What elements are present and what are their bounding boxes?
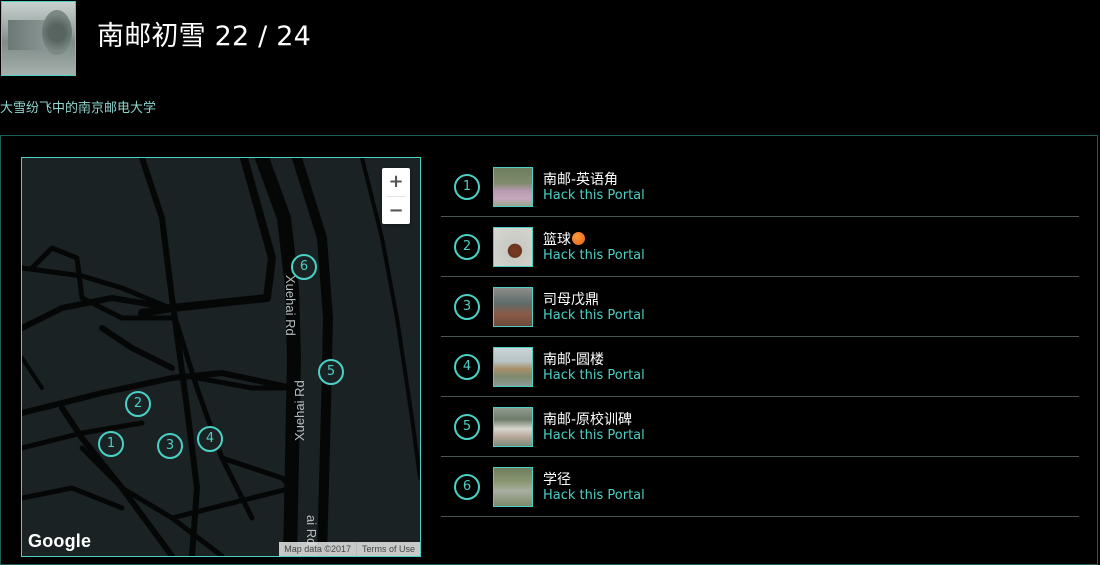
portal-number-badge: 5 (454, 414, 480, 440)
portal-number-badge: 3 (454, 294, 480, 320)
map-marker-2[interactable]: 2 (125, 391, 151, 417)
portal-thumbnail[interactable] (493, 167, 533, 207)
portal-name: 南邮-圆楼 (543, 352, 605, 368)
portal-name: 篮球 (543, 229, 585, 249)
portal-number-badge: 4 (454, 354, 480, 380)
terms-of-use-link[interactable]: Terms of Use (355, 542, 420, 556)
portal-item[interactable]: 5 南邮-原校训碑 Hack this Portal (441, 397, 1079, 457)
map-marker-3[interactable]: 3 (157, 433, 183, 459)
zoom-in-button[interactable]: + (382, 168, 410, 196)
portal-number-badge: 6 (454, 474, 480, 500)
basketball-icon (572, 232, 585, 245)
portal-number-badge: 1 (454, 174, 480, 200)
map-attribution: Map data ©2017 Terms of Use (279, 542, 420, 556)
map-marker-4[interactable]: 4 (197, 426, 223, 452)
portal-thumbnail[interactable] (493, 227, 533, 267)
portal-number-badge: 2 (454, 234, 480, 260)
portal-name: 南邮-英语角 (543, 172, 619, 188)
zoom-controls: + − (382, 168, 410, 224)
hack-portal-link[interactable]: Hack this Portal (543, 248, 645, 263)
mission-header: 南邮初雪 22 / 24 (0, 0, 1100, 80)
road-label-xuehai-north: Xuehai Rd (283, 275, 298, 336)
mission-description: 大雪纷飞中的南京邮电大学 (0, 101, 157, 116)
road-label-xuehai-middle: Xuehai Rd (292, 380, 307, 441)
portal-name: 南邮-原校训碑 (543, 412, 633, 428)
hack-portal-link[interactable]: Hack this Portal (543, 188, 645, 203)
portal-item[interactable]: 3 司母戊鼎 Hack this Portal (441, 277, 1079, 337)
portal-list: 1 南邮-英语角 Hack this Portal 2 篮球 Hack this… (441, 157, 1079, 517)
zoom-out-button[interactable]: − (382, 197, 410, 225)
map-marker-1[interactable]: 1 (98, 431, 124, 457)
map-marker-6[interactable]: 6 (291, 254, 317, 280)
portal-name: 司母戊鼎 (543, 292, 599, 308)
map-data-text: Map data ©2017 (284, 544, 351, 554)
hack-portal-link[interactable]: Hack this Portal (543, 308, 645, 323)
portal-item[interactable]: 6 学径 Hack this Portal (441, 457, 1079, 517)
portal-thumbnail[interactable] (493, 407, 533, 447)
hack-portal-link[interactable]: Hack this Portal (543, 428, 645, 443)
portal-item[interactable]: 4 南邮-圆楼 Hack this Portal (441, 337, 1079, 397)
google-logo: Google (28, 531, 92, 551)
portal-item[interactable]: 2 篮球 Hack this Portal (441, 217, 1079, 277)
road-label-xuehai-south: ai Rd (304, 515, 319, 546)
mission-banner-image (1, 1, 76, 76)
portal-thumbnail[interactable] (493, 467, 533, 507)
mission-title: 南邮初雪 22 / 24 (97, 21, 311, 52)
portal-item[interactable]: 1 南邮-英语角 Hack this Portal (441, 157, 1079, 217)
portal-name-text: 篮球 (543, 232, 571, 248)
portal-map[interactable]: Xuehai Rd Xuehai Rd ai Rd + − 1 2 3 4 5 … (21, 157, 421, 557)
portal-name: 学径 (543, 472, 571, 488)
map-marker-5[interactable]: 5 (318, 359, 344, 385)
hack-portal-link[interactable]: Hack this Portal (543, 488, 645, 503)
map-roads (22, 158, 420, 556)
portal-thumbnail[interactable] (493, 287, 533, 327)
portal-thumbnail[interactable] (493, 347, 533, 387)
hack-portal-link[interactable]: Hack this Portal (543, 368, 645, 383)
